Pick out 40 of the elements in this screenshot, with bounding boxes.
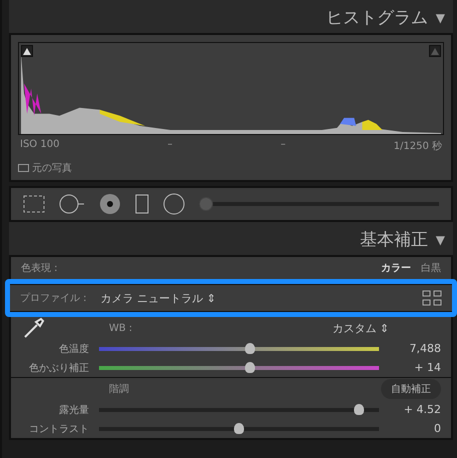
slider-value: + 14	[413, 361, 441, 374]
grid-icon[interactable]	[422, 290, 442, 306]
slider-label: 色温度	[58, 342, 90, 356]
slider-thumb[interactable]	[199, 197, 213, 211]
slider-thumb[interactable]	[245, 362, 256, 372]
slider-value: + 4.52	[402, 403, 441, 416]
wb-dropdown[interactable]: カスタム ⇕	[332, 320, 389, 336]
triangle-icon[interactable]	[23, 48, 31, 54]
crop-icon[interactable]	[23, 195, 45, 213]
eyedropper-icon[interactable]	[23, 317, 45, 339]
wb-label: WB :	[109, 322, 132, 334]
tone-label: 階調	[109, 382, 129, 396]
collapse-toggle[interactable]: ▼	[436, 232, 445, 246]
treatment-option[interactable]: 白黒	[421, 261, 441, 275]
aperture-text: –	[168, 139, 172, 152]
collapse-toggle[interactable]: ▼	[436, 10, 445, 24]
radial-filter-icon[interactable]	[163, 193, 185, 215]
shutter-speed-text: 1/1250 秒	[394, 140, 442, 153]
treatment-label: 色表現 :	[21, 262, 58, 275]
slider-label: 露光量	[58, 404, 90, 416]
panel-title: ヒストグラム	[326, 7, 428, 29]
slider-thumb[interactable]	[234, 422, 244, 434]
auto-button[interactable]: 自動補正	[381, 379, 441, 399]
spot-removal-icon[interactable]	[59, 194, 85, 214]
iso-text: ISO 100	[20, 139, 60, 152]
profile-dropdown[interactable]: カメラ ニュートラル ⇕	[100, 290, 216, 306]
checkbox-label: 元の写真	[32, 162, 72, 175]
target-icon[interactable]	[99, 193, 121, 215]
focal-length-text: –	[280, 139, 286, 152]
slider-thumb[interactable]	[354, 404, 364, 414]
slider-label: 色かぶり補正	[28, 362, 90, 374]
slider-value: 0	[433, 422, 441, 435]
treatment-option[interactable]: カラー	[381, 261, 411, 275]
checkbox[interactable]	[18, 164, 29, 172]
slider-thumb[interactable]	[245, 342, 256, 354]
graduated-filter-icon[interactable]	[135, 194, 149, 214]
profile-label: プロファイル :	[20, 292, 87, 305]
slider-value: 7,488	[408, 342, 441, 355]
panel-title: 基本補正	[360, 229, 428, 251]
slider-label: コントラスト	[28, 422, 90, 436]
